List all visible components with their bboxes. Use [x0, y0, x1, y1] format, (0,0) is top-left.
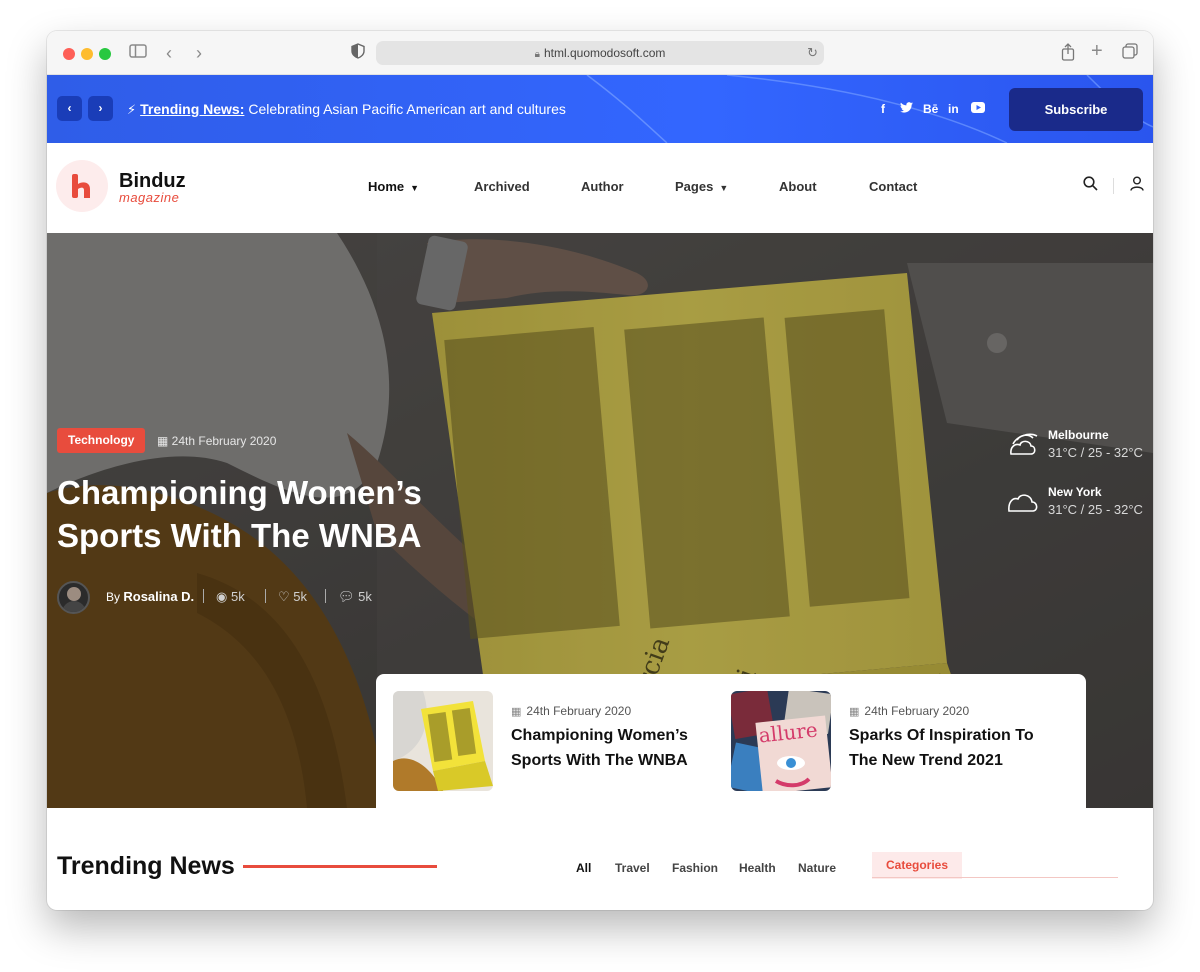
nav-archived[interactable]: Archived: [474, 179, 530, 195]
post-date: ▦ 24th February 2020: [849, 703, 969, 720]
nav-pages-label: Pages: [675, 179, 714, 194]
post-thumbnail[interactable]: allure: [731, 691, 831, 791]
address-bar[interactable]: 🔒︎ html.quomodosoft.com ↻: [376, 41, 824, 65]
author-name: Rosalina D.: [123, 589, 195, 604]
filter-fashion[interactable]: Fashion: [672, 860, 718, 876]
reload-icon[interactable]: ↻: [807, 41, 818, 65]
categories-tab[interactable]: Categories: [872, 852, 962, 879]
weather-temp: 31°C / 25 - 32°C: [1048, 445, 1143, 460]
eye-icon: ◉: [216, 589, 231, 604]
sidebar-toggle-icon[interactable]: [129, 43, 147, 65]
calendar-icon: ▦: [157, 434, 172, 448]
avatar[interactable]: [57, 581, 90, 614]
wind-cloud-icon: [1010, 433, 1038, 455]
comments-count: 5k: [358, 589, 372, 604]
share-icon[interactable]: [1061, 43, 1075, 67]
post-title[interactable]: Championing Women’s Sports With The WNBA: [511, 723, 711, 773]
linkedin-icon[interactable]: in: [948, 101, 959, 117]
views-stat: ◉ 5k: [216, 589, 245, 605]
back-icon[interactable]: ‹: [166, 43, 172, 63]
search-icon[interactable]: [1083, 176, 1098, 197]
next-news-button[interactable]: ›: [88, 96, 113, 121]
close-window-button[interactable]: [63, 48, 75, 60]
behance-icon[interactable]: Bē: [923, 101, 938, 117]
section-title: Trending News: [57, 852, 235, 880]
section-title-underline: [243, 865, 437, 868]
filter-health[interactable]: Health: [739, 860, 776, 876]
browser-window: ‹ › 🔒︎ html.quomodosoft.com ↻ + ‹ › ⚡︎ Tre…: [47, 31, 1153, 910]
hero-date-text: 24th February 2020: [171, 434, 277, 448]
chevron-down-icon: ▼: [410, 183, 420, 193]
minimize-window-button[interactable]: [81, 48, 93, 60]
logo[interactable]: [56, 160, 108, 212]
weather-city: Melbourne: [1048, 428, 1109, 442]
trending-label: Trending News:: [140, 101, 245, 117]
author-prefix: By: [106, 590, 121, 604]
top-bar: ‹ › ⚡︎ Trending News: Celebrating Asian Pa…: [47, 75, 1153, 143]
tab-overview-icon[interactable]: [1122, 43, 1138, 65]
lock-icon: 🔒︎: [534, 49, 540, 60]
featured-posts: ▦ 24th February 2020 Championing Women’s …: [376, 674, 1086, 808]
author-byline[interactable]: By Rosalina D.: [106, 589, 194, 605]
stat-divider: [325, 589, 326, 603]
heart-icon: ♡: [278, 589, 294, 604]
post-date-text: 24th February 2020: [526, 704, 632, 718]
calendar-icon: ▦: [849, 706, 860, 718]
likes-count: 5k: [293, 589, 308, 604]
post-date-text: 24th February 2020: [864, 704, 970, 718]
nav-contact[interactable]: Contact: [869, 179, 917, 195]
user-icon[interactable]: [1130, 176, 1144, 197]
trending-ticker[interactable]: ⚡︎ Trending News: Celebrating Asian Pacifi…: [127, 99, 566, 120]
twitter-icon[interactable]: [900, 101, 913, 117]
youtube-icon[interactable]: [971, 101, 985, 117]
filter-nature[interactable]: Nature: [798, 860, 836, 876]
category-badge[interactable]: Technology: [57, 428, 146, 453]
maximize-window-button[interactable]: [99, 48, 111, 60]
hero-date: ▦ 24th February 2020: [157, 433, 276, 449]
privacy-shield-icon[interactable]: [351, 43, 365, 65]
trending-text: Celebrating Asian Pacific American art a…: [248, 101, 566, 117]
featured-post[interactable]: allure ▦ 24th February 2020 Sparks Of Ins…: [731, 691, 1071, 791]
nav-about[interactable]: About: [779, 179, 817, 195]
comments-stat[interactable]: 💬︎ 5k: [338, 589, 372, 605]
filter-all[interactable]: All: [576, 860, 591, 876]
stat-divider: [203, 589, 204, 603]
logo-tagline: magazine: [119, 190, 180, 205]
nav-divider: [1113, 178, 1114, 194]
nav-home-label: Home: [368, 179, 405, 194]
filter-travel[interactable]: Travel: [615, 860, 650, 876]
hero-title[interactable]: Championing Women’s Sports With The WNBA: [57, 471, 477, 557]
nav-home[interactable]: Home ▼: [368, 179, 419, 196]
categories-underline: [872, 877, 1118, 878]
comment-icon: 💬︎: [338, 589, 359, 604]
likes-stat[interactable]: ♡ 5k: [278, 589, 307, 605]
weather-city: New York: [1048, 485, 1102, 499]
post-date: ▦ 24th February 2020: [511, 703, 631, 720]
weather-temp: 31°C / 25 - 32°C: [1048, 502, 1143, 517]
post-thumbnail[interactable]: [393, 691, 493, 791]
new-tab-icon[interactable]: +: [1091, 41, 1103, 61]
url-text: html.quomodosoft.com: [543, 46, 666, 60]
nav-author[interactable]: Author: [581, 179, 624, 195]
calendar-icon: ▦: [511, 706, 522, 718]
stat-divider: [265, 589, 266, 603]
forward-icon[interactable]: ›: [196, 43, 202, 63]
cloud-icon: [1008, 494, 1038, 512]
subscribe-button[interactable]: Subscribe: [1009, 88, 1143, 131]
post-title[interactable]: Sparks Of Inspiration To The New Trend 2…: [849, 723, 1059, 773]
prev-news-button[interactable]: ‹: [57, 96, 82, 121]
chevron-down-icon: ▼: [719, 183, 729, 193]
nav-pages[interactable]: Pages ▼: [675, 179, 728, 196]
main-navbar: Binduz magazine Home ▼ Archived Author Pa…: [47, 143, 1153, 233]
views-count: 5k: [230, 589, 245, 604]
browser-toolbar: ‹ › 🔒︎ html.quomodosoft.com ↻ +: [47, 31, 1153, 75]
logo-mark-icon: [72, 174, 90, 198]
bolt-icon: ⚡︎: [127, 102, 137, 117]
facebook-icon[interactable]: f: [881, 101, 885, 117]
featured-post[interactable]: ▦ 24th February 2020 Championing Women’s …: [393, 691, 713, 791]
